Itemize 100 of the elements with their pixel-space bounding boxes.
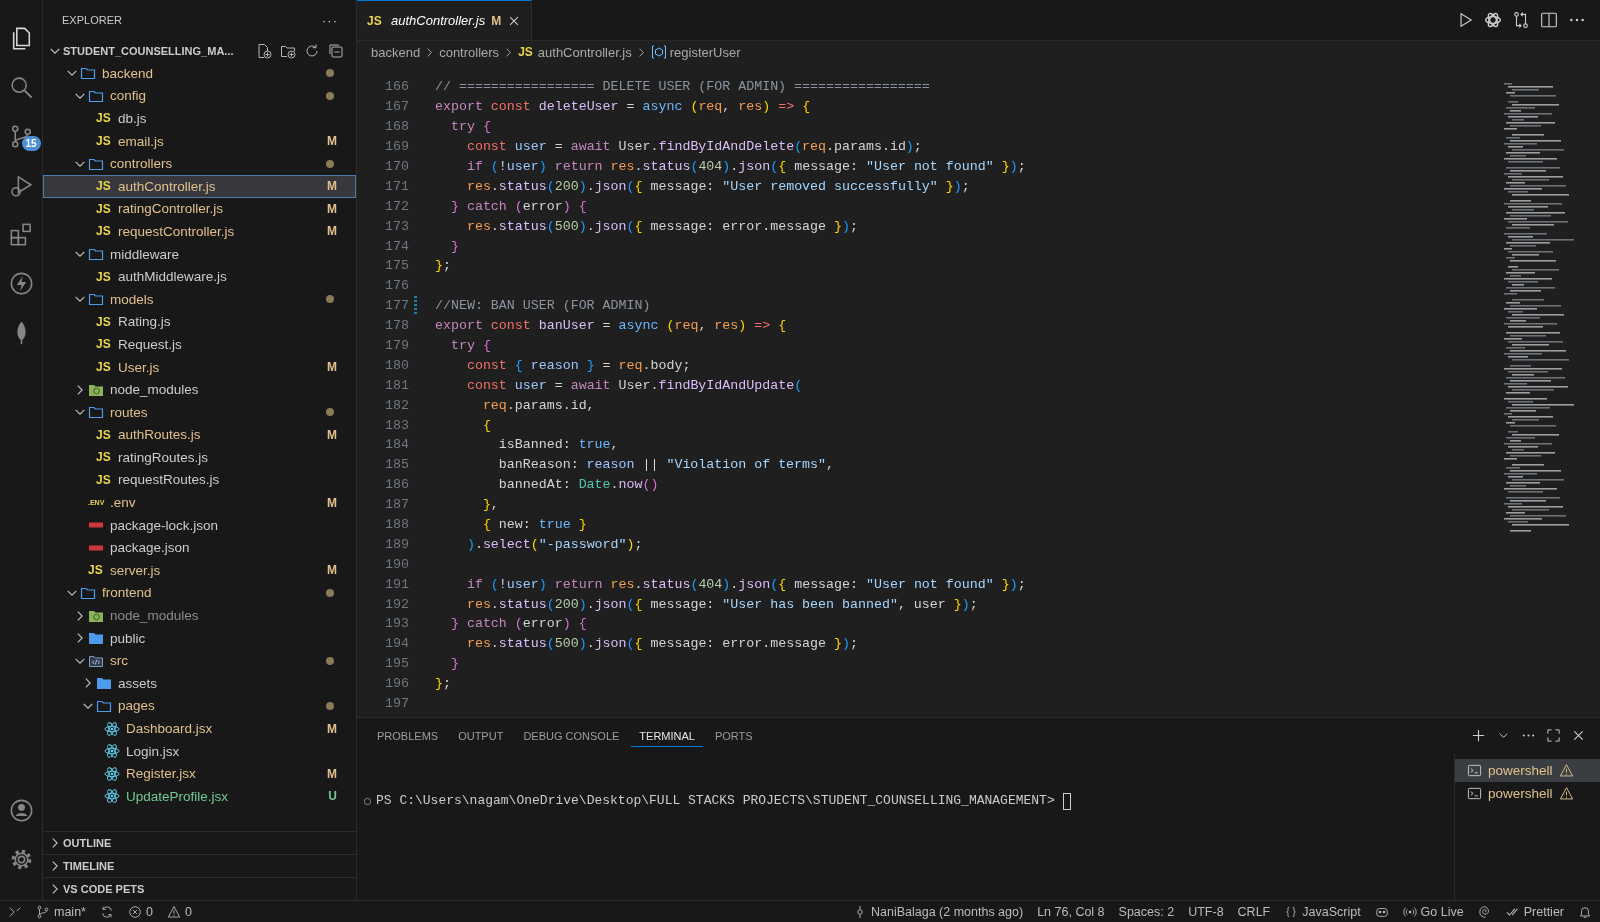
knot-icon[interactable] [1484, 11, 1502, 29]
account-icon[interactable] [8, 798, 34, 823]
breadcrumb-item[interactable]: authController.js [537, 44, 632, 60]
file-name: db.js [118, 111, 148, 126]
breadcrumb-item[interactable]: controllers [439, 44, 500, 60]
tree-item[interactable]: pages [43, 694, 356, 718]
tree-item[interactable]: JS db.js [43, 107, 356, 130]
tree-item[interactable]: JS authController.js M [43, 174, 356, 198]
terminal-list-item[interactable]: powershell [1455, 782, 1600, 805]
js-file-icon: JS [96, 450, 114, 465]
section-header[interactable]: OUTLINE [63, 837, 112, 849]
error-status-item[interactable]: 0 [127, 904, 153, 919]
js-file-icon: JS [96, 269, 114, 284]
sync-status-item[interactable] [99, 904, 114, 919]
broadcast-status-item[interactable]: Go Live [1402, 904, 1464, 919]
run-debug-icon[interactable] [8, 173, 34, 198]
tree-item[interactable]: routes [43, 400, 356, 424]
maximize-icon[interactable] [1546, 728, 1561, 743]
tree-item[interactable]: JS ratingController.js M [43, 197, 356, 221]
new-folder-icon[interactable] [280, 43, 296, 59]
code-line: } catch (error) { [449, 198, 587, 214]
code-line: }; [434, 258, 451, 274]
code-line: res.status(200).json({ message: "User has been banned", user }); [465, 596, 978, 612]
project-header[interactable]: STUDENT_COUNSELLING_MA... [43, 40, 356, 62]
status-item[interactable]: CRLF [1237, 904, 1271, 919]
search-icon[interactable] [8, 75, 34, 100]
panel-tab[interactable]: TERMINAL [631, 724, 703, 747]
git-status-label: M [327, 427, 337, 442]
collapse-all-icon[interactable] [328, 43, 344, 59]
terminal-name: powershell [1488, 763, 1553, 778]
tree-item[interactable]: backend [43, 62, 356, 85]
line-number: 173 [384, 218, 409, 234]
tree-item[interactable]: JS requestController.js M [43, 220, 356, 243]
tree-item[interactable]: assets [43, 672, 356, 695]
tree-item[interactable]: public [43, 626, 356, 650]
code-line: } [449, 238, 459, 254]
swirl-icon [1477, 904, 1492, 919]
tree-item[interactable]: UpdateProfile.jsx U [43, 785, 356, 808]
breadcrumb-item[interactable]: registerUser [669, 44, 741, 60]
warning-status-item[interactable]: 0 [166, 904, 192, 919]
editor-tab[interactable]: JS authController.js M [357, 0, 533, 40]
tree-item[interactable]: package-lock.json [43, 513, 356, 537]
tree-item[interactable]: JS email.js M [43, 129, 356, 153]
tree-item[interactable]: JS Rating.js [43, 310, 356, 334]
section-header[interactable]: TIMELINE [63, 860, 115, 872]
status-item[interactable]: UTF-8 [1188, 904, 1224, 919]
close-icon[interactable] [1571, 728, 1586, 743]
file-name: .env [110, 495, 137, 511]
tree-item[interactable]: Login.jsx [43, 739, 356, 763]
tree-item[interactable]: controllers [43, 152, 356, 175]
line-number: 185 [384, 457, 409, 473]
tree-item[interactable]: JS Request.js [43, 333, 356, 356]
tree-item[interactable]: node_modules [43, 378, 356, 401]
add-icon[interactable] [1471, 728, 1486, 743]
command-decoration-icon [363, 797, 372, 806]
panel-tab[interactable]: DEBUG CONSOLE [515, 724, 628, 747]
compare-changes-icon[interactable] [1512, 11, 1530, 29]
panel-tab[interactable]: PROBLEMS [369, 724, 447, 747]
panel-tab[interactable]: OUTPUT [450, 724, 512, 747]
braces-status-item[interactable]: JavaScript [1284, 904, 1361, 919]
tree-item[interactable]: package.json [43, 536, 356, 560]
tree-item[interactable]: JS User.js M [43, 355, 356, 379]
branch-status-item[interactable]: main* [36, 904, 86, 919]
code-line: ).select("-password"); [465, 536, 643, 552]
remote-status-item[interactable] [8, 904, 22, 919]
more-actions-button[interactable]: ··· [322, 12, 338, 28]
split-editor-icon[interactable] [1540, 11, 1558, 29]
commit-status-item[interactable]: NaniBalaga (2 months ago) [852, 904, 1024, 919]
tree-item[interactable]: src [43, 649, 356, 673]
swirl-status-item[interactable] [1477, 904, 1492, 919]
tree-item[interactable]: config [43, 84, 356, 108]
bell-status-item[interactable] [1578, 904, 1592, 919]
terminal-list-item[interactable]: powershell [1455, 759, 1600, 782]
extensions-icon[interactable] [8, 222, 34, 247]
refresh-icon[interactable] [304, 43, 320, 59]
line-number: 175 [384, 258, 409, 274]
tree-item[interactable]: node_modules [43, 604, 356, 627]
tree-item[interactable]: Register.jsx M [43, 762, 356, 785]
panel-tab[interactable]: PORTS [706, 724, 761, 747]
tree-item[interactable]: frontend [43, 581, 356, 605]
folder-icon [88, 630, 104, 647]
new-file-icon[interactable] [256, 43, 272, 59]
section-header[interactable]: VS CODE PETS [63, 883, 145, 895]
tree-item[interactable]: JS authMiddleware.js [43, 265, 356, 288]
status-item[interactable]: Spaces: 2 [1118, 904, 1175, 919]
tree-item[interactable]: Dashboard.jsx M [43, 717, 356, 740]
tree-item[interactable]: JS authRoutes.js M [43, 423, 356, 447]
tree-item[interactable]: middleware [43, 242, 356, 266]
js-file-icon: JS [367, 13, 385, 28]
git-status-label: M [327, 495, 337, 510]
tree-item[interactable]: JS server.js M [43, 559, 356, 582]
status-item[interactable]: Ln 76, Col 8 [1037, 904, 1105, 919]
line-number: 195 [384, 656, 409, 672]
tree-item[interactable]: models [43, 287, 356, 311]
lightning-icon[interactable] [8, 271, 34, 296]
file-name: ratingRoutes.js [118, 449, 210, 465]
double-check-status-item[interactable]: Prettier [1505, 904, 1564, 919]
tree-item[interactable]: JS requestRoutes.js [43, 468, 356, 492]
breadcrumb-item[interactable]: backend [371, 44, 421, 60]
tree-item[interactable]: JS ratingRoutes.js [43, 446, 356, 469]
